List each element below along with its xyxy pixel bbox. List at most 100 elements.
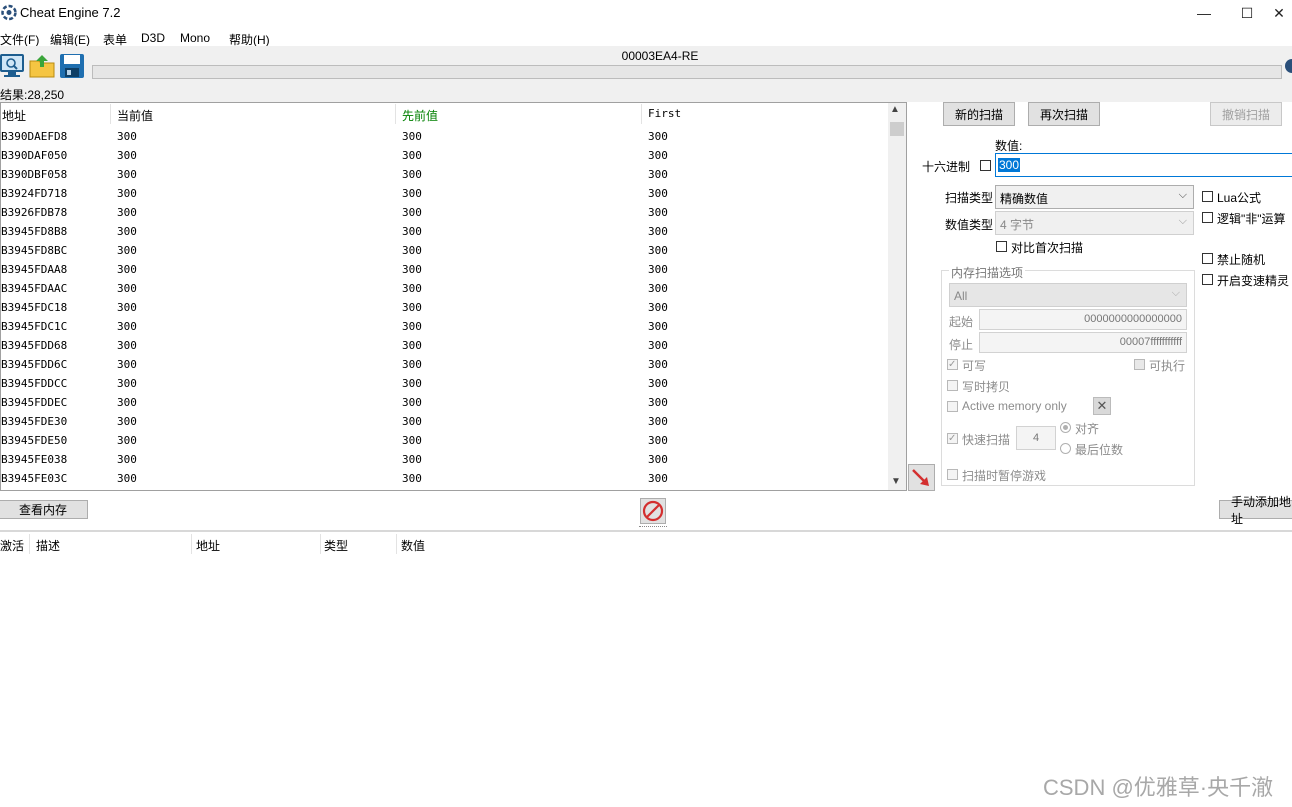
cell-first: 300 (648, 434, 668, 447)
undo-scan-button[interactable]: 撤销扫描 (1210, 102, 1282, 126)
column-separator[interactable] (641, 104, 642, 124)
start-label: 起始 (949, 315, 974, 329)
no-random-checkbox[interactable] (1202, 253, 1213, 264)
cell-first: 300 (648, 187, 668, 200)
table-row[interactable]: B3945FDE30 300 300 300 (0, 413, 888, 432)
scroll-up-icon[interactable]: ▲ (890, 104, 900, 115)
start-address-input[interactable]: 0000000000000000 (979, 309, 1187, 330)
executable-checkbox[interactable] (1134, 359, 1145, 370)
stop-scan-button[interactable] (640, 498, 666, 524)
col-header-first[interactable]: First (648, 107, 681, 120)
table-row[interactable]: B3924FD718 300 300 300 (0, 185, 888, 204)
table-row[interactable]: B3945FDC1C 300 300 300 (0, 318, 888, 337)
table-row[interactable]: B3945FDD68 300 300 300 (0, 337, 888, 356)
value-type-value: 4 字节 (1000, 218, 1035, 232)
table-row[interactable]: B3945FDE50 300 300 300 (0, 432, 888, 451)
col-header-previous[interactable]: 先前值 (402, 107, 438, 124)
table-row[interactable]: B390DBF058 300 300 300 (0, 166, 888, 185)
cell-first: 300 (648, 415, 668, 428)
table-row[interactable]: B3945FDC18 300 300 300 (0, 299, 888, 318)
table-row[interactable]: B3945FD8BC 300 300 300 (0, 242, 888, 261)
column-separator[interactable] (320, 534, 321, 554)
add-address-manually-button[interactable]: 手动添加地址 (1219, 495, 1292, 526)
add-to-list-button[interactable] (908, 464, 935, 491)
hex-checkbox[interactable] (980, 160, 991, 171)
col-header-address[interactable]: 地址 (2, 107, 26, 124)
table-row[interactable]: B3945FD8B8 300 300 300 (0, 223, 888, 242)
cell-current: 300 (117, 301, 137, 314)
splitter-grip[interactable] (639, 526, 667, 530)
maximize-button[interactable]: ☐ (1224, 0, 1270, 26)
column-separator[interactable] (191, 534, 192, 554)
column-separator[interactable] (110, 104, 111, 124)
scrollbar-thumb[interactable] (890, 122, 904, 136)
close-icon[interactable]: ✕ (1093, 397, 1111, 415)
cell-first: 300 (648, 225, 668, 238)
cheat-col-address[interactable]: 地址 (196, 537, 220, 554)
table-row[interactable]: B3945FDAAC 300 300 300 (0, 280, 888, 299)
open-process-icon[interactable] (0, 52, 26, 80)
save-icon[interactable] (58, 52, 86, 80)
pause-game-checkbox[interactable] (947, 469, 958, 480)
cheat-col-active[interactable]: 激活 (0, 537, 24, 554)
col-header-current[interactable]: 当前值 (117, 107, 153, 124)
settings-icon[interactable] (1284, 54, 1292, 78)
menu-d3d[interactable]: D3D (141, 31, 165, 45)
table-row[interactable]: B3945FE038 300 300 300 (0, 451, 888, 470)
cheat-col-description[interactable]: 描述 (36, 537, 60, 554)
column-separator[interactable] (395, 104, 396, 124)
table-row[interactable]: B3945FDDCC 300 300 300 (0, 375, 888, 394)
active-memory-checkbox[interactable] (947, 401, 958, 412)
align-radio[interactable] (1060, 422, 1071, 433)
cell-first: 300 (648, 168, 668, 181)
cell-first: 300 (648, 282, 668, 295)
results-scrollbar[interactable] (888, 103, 906, 490)
last-digits-radio[interactable] (1060, 443, 1071, 454)
not-logic-checkbox[interactable] (1202, 212, 1213, 223)
menu-mono[interactable]: Mono (180, 31, 210, 45)
panel-splitter[interactable] (0, 530, 1292, 532)
new-scan-button[interactable]: 新的扫描 (943, 102, 1015, 126)
next-scan-button[interactable]: 再次扫描 (1028, 102, 1100, 126)
column-separator[interactable] (396, 534, 397, 554)
table-row[interactable]: B3945FDAA8 300 300 300 (0, 261, 888, 280)
cell-previous: 300 (402, 206, 422, 219)
scan-value-input[interactable]: 300 (995, 153, 1292, 177)
speedhack-checkbox[interactable] (1202, 274, 1213, 285)
copy-on-write-checkbox[interactable] (947, 380, 958, 391)
cell-first: 300 (648, 263, 668, 276)
writable-checkbox[interactable] (947, 359, 958, 370)
memory-region-select[interactable]: All ⌵ (949, 283, 1187, 307)
close-button[interactable]: ✕ (1266, 0, 1292, 26)
cheat-col-value[interactable]: 数值 (401, 537, 425, 554)
table-row[interactable]: B3945FE03C 300 300 300 (0, 470, 888, 489)
compare-first-checkbox[interactable] (996, 241, 1007, 252)
scroll-down-icon[interactable]: ▼ (891, 476, 901, 487)
cell-previous: 300 (402, 377, 422, 390)
memory-region-value: All (954, 289, 968, 303)
cell-address: B3945FDAA8 (1, 263, 68, 276)
view-memory-button[interactable]: 查看内存 (0, 500, 88, 519)
cell-current: 300 (117, 282, 137, 295)
chevron-down-icon: ⌵ (1178, 215, 1187, 227)
lua-formula-checkbox[interactable] (1202, 191, 1213, 202)
window-title: Cheat Engine 7.2 (20, 5, 121, 20)
value-type-select[interactable]: 4 字节 ⌵ (995, 211, 1194, 235)
fast-scan-checkbox[interactable] (947, 433, 958, 444)
table-row[interactable]: B3945FDD6C 300 300 300 (0, 356, 888, 375)
cell-address: B3945FDD68 (1, 339, 68, 352)
scan-type-select[interactable]: 精确数值 ⌵ (995, 185, 1194, 209)
column-separator[interactable] (29, 534, 30, 554)
cell-current: 300 (117, 377, 137, 390)
minimize-button[interactable]: — (1181, 0, 1227, 26)
table-row[interactable]: B390DAEFD8 300 300 300 (0, 128, 888, 147)
fast-scan-value-input[interactable]: 4 (1016, 426, 1056, 450)
table-row[interactable]: B3945FDDEC 300 300 300 (0, 394, 888, 413)
stop-address-input[interactable]: 00007fffffffffff (979, 332, 1187, 353)
table-row[interactable]: B390DAF050 300 300 300 (0, 147, 888, 166)
cell-first: 300 (648, 396, 668, 409)
cheat-col-type[interactable]: 类型 (324, 537, 348, 554)
table-row[interactable]: B3926FDB78 300 300 300 (0, 204, 888, 223)
cell-previous: 300 (402, 453, 422, 466)
open-file-icon[interactable] (28, 52, 56, 80)
